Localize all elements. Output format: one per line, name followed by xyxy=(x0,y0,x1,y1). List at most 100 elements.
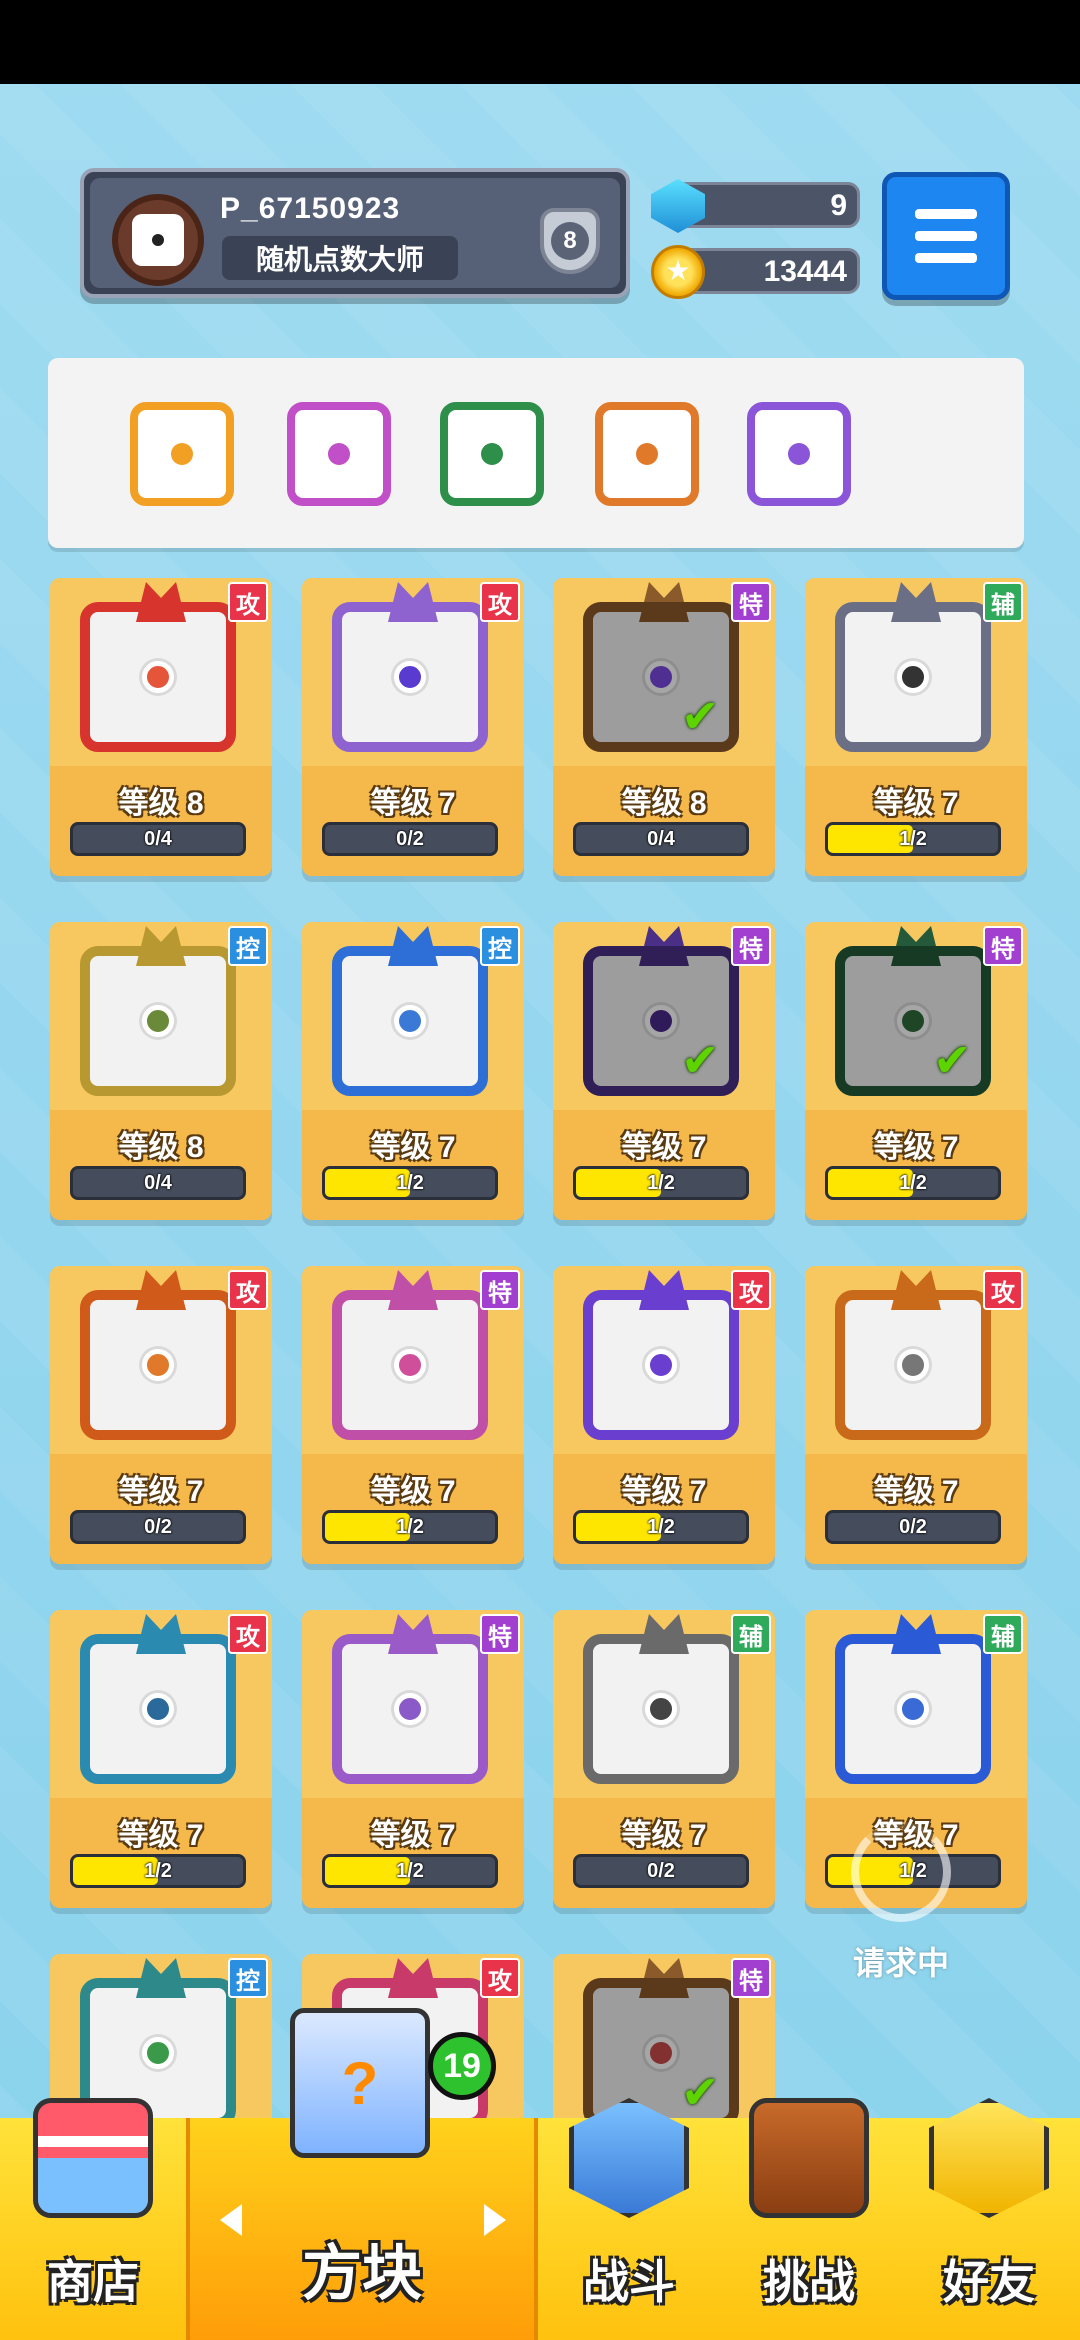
card-art-area: 攻 xyxy=(302,578,524,766)
profile-inner: P_67150923 随机点数大师 8 xyxy=(90,178,620,288)
card-art-area: 特 xyxy=(302,1610,524,1798)
orbit-dice-icon xyxy=(583,1290,739,1440)
upgrade-progress-text: 0/2 xyxy=(396,827,424,850)
dice-pip xyxy=(328,443,350,465)
dice-type-tag: 攻 xyxy=(480,582,520,622)
upgrade-progress-bar: 1/2 xyxy=(322,1510,498,1544)
rank-number: 8 xyxy=(551,222,589,260)
card-art-area: 攻 xyxy=(50,1266,272,1454)
upgrade-progress-bar: 1/2 xyxy=(70,1854,246,1888)
upgrade-progress-bar: 0/4 xyxy=(573,822,749,856)
dice-level: 等级 7 xyxy=(621,1475,707,1508)
dice-type-tag: 特 xyxy=(480,1614,520,1654)
dice-card[interactable]: 辅等级 7 1/2 xyxy=(805,578,1027,876)
nav-battle[interactable]: 战斗 xyxy=(538,2098,720,2340)
player-title: 随机点数大师 xyxy=(222,236,458,280)
mystery-block-icon: ? xyxy=(290,2008,430,2158)
dice-core-dot xyxy=(394,1005,426,1037)
moon-dice-icon xyxy=(835,1634,991,1784)
dragon-crest-icon xyxy=(136,1614,186,1654)
upgrade-progress-bar: 1/2 xyxy=(573,1166,749,1200)
dice-card[interactable]: 辅等级 7 0/2 xyxy=(553,1610,775,1908)
magic-circle-dice-icon xyxy=(332,602,488,752)
upgrade-progress-bar: 1/2 xyxy=(322,1854,498,1888)
pentagram-dice-icon[interactable] xyxy=(440,402,544,506)
gem-icon xyxy=(651,179,705,233)
dice-pip xyxy=(636,443,658,465)
dice-pip xyxy=(788,443,810,465)
hamburger-line xyxy=(915,209,977,219)
dice-card[interactable]: 攻等级 7 0/2 xyxy=(302,578,524,876)
infinity-dice-icon[interactable] xyxy=(595,402,699,506)
coin-counter[interactable]: ★ 13444 xyxy=(651,245,860,299)
gem-counter[interactable]: 9 xyxy=(651,179,860,233)
dice-card[interactable]: 攻等级 7 1/2 xyxy=(50,1610,272,1908)
friend-character-icon xyxy=(929,2098,1049,2218)
player-profile-panel[interactable]: P_67150923 随机点数大师 8 xyxy=(80,168,630,298)
nav-shop[interactable]: 商店 xyxy=(0,2098,186,2340)
dice-core-dot xyxy=(897,1693,929,1725)
dragon-crest-icon xyxy=(136,1958,186,1998)
upgrade-progress-bar: 1/2 xyxy=(825,1166,1001,1200)
dice-core-dot xyxy=(142,1005,174,1037)
dice-core-dot xyxy=(142,661,174,693)
card-art-area: ✔ 特 xyxy=(553,922,775,1110)
dragon-crest-icon xyxy=(388,1270,438,1310)
card-art-area: 辅 xyxy=(553,1610,775,1798)
dice-card[interactable]: 攻等级 7 1/2 xyxy=(553,1266,775,1564)
upgrade-progress-text: 0/2 xyxy=(647,1859,675,1882)
card-art-area: ✔ 特 xyxy=(553,578,775,766)
dice-level: 等级 8 xyxy=(118,1131,204,1164)
dice-type-tag: 攻 xyxy=(731,1270,771,1310)
diamond-dice-icon[interactable] xyxy=(747,402,851,506)
dragon-crest-icon xyxy=(136,582,186,622)
nav-challenge[interactable]: 挑战 xyxy=(720,2098,898,2340)
whirlwind-dice-icon xyxy=(80,1634,236,1784)
rank-badge[interactable]: 8 xyxy=(530,200,610,280)
upgrade-progress-bar: 0/4 xyxy=(70,1166,246,1200)
nav-blocks[interactable]: ? 19 方块 xyxy=(186,2008,538,2340)
nav-friends[interactable]: 好友 xyxy=(898,2098,1080,2340)
nav-battle-label: 战斗 xyxy=(583,2256,675,2308)
dice-card[interactable]: 攻等级 7 0/2 xyxy=(805,1266,1027,1564)
dice-card[interactable]: ✔ 特等级 7 1/2 xyxy=(805,922,1027,1220)
dragon-crest-icon xyxy=(388,926,438,966)
dice-card[interactable]: 控等级 8 0/4 xyxy=(50,922,272,1220)
dice-card[interactable]: ✔ 特等级 7 1/2 xyxy=(553,922,775,1220)
dice-core-dot xyxy=(142,2037,174,2069)
menu-button[interactable] xyxy=(882,172,1010,300)
dice-core-dot xyxy=(394,1693,426,1725)
upgrade-progress-bar: 1/2 xyxy=(322,1166,498,1200)
dragon-crest-icon xyxy=(136,926,186,966)
dice-pip xyxy=(171,443,193,465)
upgrade-progress-text: 1/2 xyxy=(396,1171,424,1194)
nav-blocks-label: 方块 xyxy=(302,2240,422,2307)
dice-card[interactable]: 特等级 7 1/2 xyxy=(302,1610,524,1908)
dice-core-dot xyxy=(897,1349,929,1381)
dice-deck-panel xyxy=(48,358,1024,548)
dice-card[interactable]: 控等级 7 1/2 xyxy=(302,922,524,1220)
upgrade-progress-text: 0/4 xyxy=(144,827,172,850)
dragon-crest-icon xyxy=(388,1614,438,1654)
hamburger-line xyxy=(915,231,977,241)
dice-card[interactable]: ✔ 特等级 8 0/4 xyxy=(553,578,775,876)
nav-shop-label: 商店 xyxy=(47,2256,139,2308)
gun-dice-icon xyxy=(835,1290,991,1440)
upgrade-progress-text: 1/2 xyxy=(144,1859,172,1882)
dice-type-tag: 攻 xyxy=(228,582,268,622)
bottom-nav: 商店 ? 19 方块 战斗 挑战 好友 xyxy=(0,2008,1080,2340)
dice-card[interactable]: 特等级 7 1/2 xyxy=(302,1266,524,1564)
heart-dice-icon[interactable] xyxy=(130,402,234,506)
upgrade-progress-text: 0/2 xyxy=(144,1515,172,1538)
card-art-area: 控 xyxy=(302,922,524,1110)
dice-type-tag: 特 xyxy=(480,1270,520,1310)
rainbow-dice-icon[interactable] xyxy=(287,402,391,506)
dice-core-dot xyxy=(142,1349,174,1381)
dice-card[interactable]: 攻等级 8 0/4 xyxy=(50,578,272,876)
dice-type-tag: 辅 xyxy=(731,1614,771,1654)
card-art-area: 攻 xyxy=(805,1266,1027,1454)
dragon-crest-icon xyxy=(639,1614,689,1654)
dice-card[interactable]: 攻等级 7 0/2 xyxy=(50,1266,272,1564)
avatar[interactable] xyxy=(112,194,204,286)
snowflake-dice-icon xyxy=(332,946,488,1096)
